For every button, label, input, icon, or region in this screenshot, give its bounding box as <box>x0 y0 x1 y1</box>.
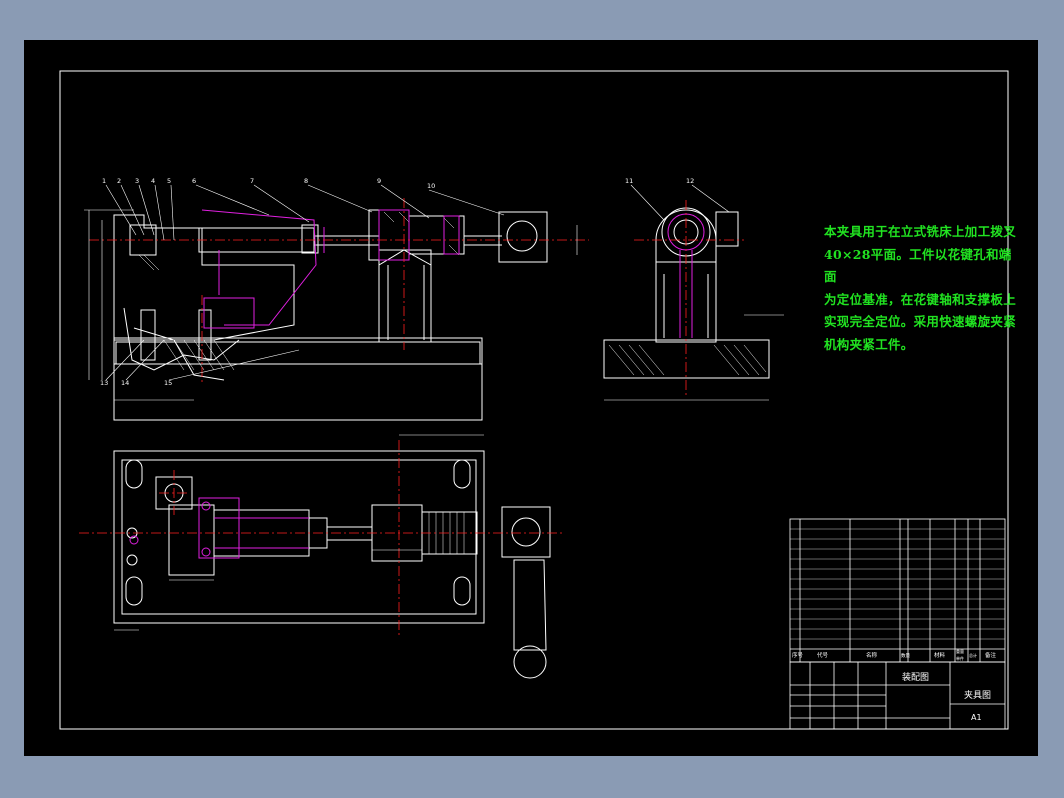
balloon-1: 1 <box>102 177 106 185</box>
bom-header-weight: 重量 <box>956 648 964 654</box>
bom-header-qty: 数量 <box>901 652 910 659</box>
note-line-5: 机构夹紧工件。 <box>824 336 914 352</box>
sheet-size: A1 <box>971 713 982 722</box>
front-hatch <box>138 211 460 371</box>
side-centerlines <box>634 200 744 395</box>
side-hatch <box>608 344 767 376</box>
balloon-13: 13 <box>100 379 108 387</box>
bom-table <box>789 518 1006 663</box>
front-view <box>113 209 548 421</box>
balloon-14: 14 <box>121 379 129 387</box>
front-balloons: 1 2 3 4 5 6 7 8 9 10 13 14 15 <box>100 177 435 387</box>
balloon-6: 6 <box>192 177 196 185</box>
top-centerlines <box>79 440 564 635</box>
balloon-15: 15 <box>164 379 172 387</box>
drawing-name: 装配图 <box>902 671 929 683</box>
design-note: 本夹具用于在立式铣床上加工拨叉 40×28平面。工件以花键孔和端面 为定位基准，… <box>824 221 1019 357</box>
balloon-8: 8 <box>304 177 308 185</box>
note-line-2: 40×28平面。工件以花键孔和端面 <box>824 246 1012 285</box>
front-dimensions <box>84 209 578 421</box>
note-line-4: 实现完全定位。采用快速螺旋夹紧 <box>824 314 1017 330</box>
bom-header-total: 总计 <box>969 652 977 658</box>
note-line-1: 本夹具用于在立式铣床上加工拨叉 <box>824 224 1017 239</box>
bom-rows <box>790 528 1005 640</box>
balloon-12: 12 <box>686 177 694 185</box>
balloon-11: 11 <box>625 177 633 185</box>
top-view <box>113 450 551 679</box>
part-name: 夹具图 <box>964 689 991 701</box>
side-balloons: 11 12 <box>625 177 694 185</box>
front-centerlines <box>89 198 589 385</box>
top-hidden-lines <box>129 497 309 559</box>
balloon-10: 10 <box>427 182 435 190</box>
bom-header-index: 序号 <box>792 651 804 659</box>
bom-header-unit: 单件 <box>956 655 964 661</box>
cad-drawing: 1 2 3 4 5 6 7 8 9 10 13 14 15 11 12 序号 代… <box>59 70 1009 730</box>
side-leaders <box>604 184 784 401</box>
balloon-2: 2 <box>117 177 121 185</box>
note-line-3: 为定位基准，在花键轴和支撑板上 <box>824 291 1017 307</box>
bom-header-material: 材料 <box>934 651 946 659</box>
balloon-5: 5 <box>167 177 171 185</box>
balloon-3: 3 <box>135 177 139 185</box>
balloon-4: 4 <box>151 177 155 185</box>
balloon-7: 7 <box>250 177 254 185</box>
bom-header-code: 代号 <box>817 651 829 659</box>
inner-border <box>59 70 1009 730</box>
side-view <box>603 207 770 379</box>
bom-header-remark: 备注 <box>985 651 997 659</box>
drawing-sheet: 1 2 3 4 5 6 7 8 9 10 13 14 15 11 12 序号 代… <box>24 40 1038 756</box>
bom-header-name: 名称 <box>866 651 878 659</box>
front-leaders <box>105 184 505 381</box>
balloon-9: 9 <box>377 177 381 185</box>
